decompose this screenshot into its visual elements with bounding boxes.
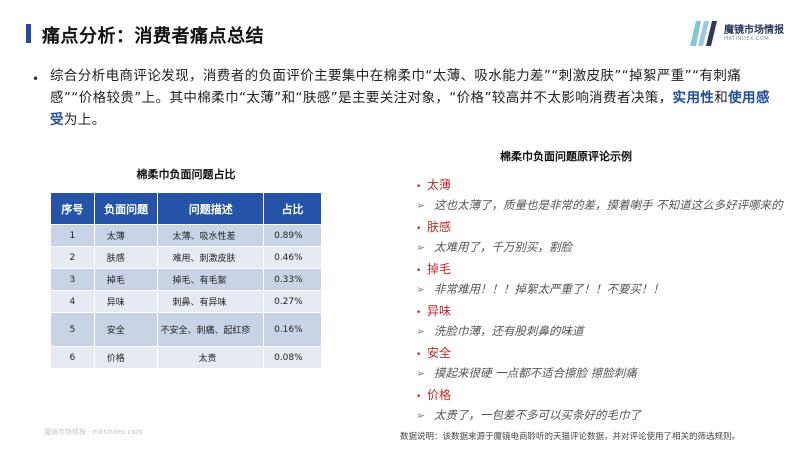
header-pct: 占比 xyxy=(263,192,322,225)
cell-pct: 0.16% xyxy=(263,312,322,347)
table-row: 5 安全 不安全、刺痛、起红疹 0.16% xyxy=(50,312,322,347)
review-category-label: 掉毛 xyxy=(427,262,452,276)
cell-issue: 安全 xyxy=(93,312,159,347)
header-issue: 负面问题 xyxy=(93,192,159,225)
arrow-right-icon: ➢ xyxy=(416,283,426,296)
cell-no: 6 xyxy=(50,346,95,369)
table-title: 棉柔巾负面问题占比 xyxy=(136,168,236,181)
review-quote-text: 太难用了，千万别买，割脸 xyxy=(434,240,572,254)
table-header-row: 序号 负面问题 问题描述 占比 xyxy=(50,192,322,225)
data-source-note: 数据说明：该数据来源于魔镜电商聆听的天猫评论数据，并对评论使用了相关的筛选规则。 xyxy=(400,432,741,442)
bullet-dot-icon: • xyxy=(416,224,422,234)
cell-issue: 肤感 xyxy=(93,246,159,269)
negative-issues-table: 序号 负面问题 问题描述 占比 1 太薄 太薄、吸水性差 0.89% 2 肤感 … xyxy=(50,192,322,369)
logo-name: 魔镜市场情报 xyxy=(724,25,784,36)
review-category-label: 异味 xyxy=(427,304,452,318)
cell-desc: 掉毛、有毛絮 xyxy=(157,268,265,291)
cell-desc: 太贵 xyxy=(157,346,265,369)
cell-desc: 刺鼻、有异味 xyxy=(157,290,265,313)
table-row: 6 价格 太贵 0.08% xyxy=(50,346,322,369)
footer-watermark: 魔镜市场情报 · mktindex.com xyxy=(44,428,143,436)
cell-pct: 0.08% xyxy=(263,346,322,369)
highlight-practicality: 实用性 xyxy=(672,90,715,106)
header-no: 序号 xyxy=(50,192,95,225)
table-row: 1 太薄 太薄、吸水性差 0.89% xyxy=(50,224,322,247)
cell-no: 3 xyxy=(50,268,95,291)
bullet-dot-icon: • xyxy=(416,182,422,192)
cell-desc: 难用、刺激皮肤 xyxy=(157,246,265,269)
review-category-label: 太薄 xyxy=(427,178,452,192)
review-quote: ➢ 非常难用！！！掉絮太严重了！！不要买！！ xyxy=(416,278,800,302)
review-quote-text: 这也太薄了，质量也是非常的差，摸着喇手 不知道这么多好评哪来的 xyxy=(434,198,783,212)
arrow-right-icon: ➢ xyxy=(416,367,426,380)
review-quote-text: 太贵了，一包差不多可以买条好的毛巾了 xyxy=(434,408,641,422)
header-desc: 问题描述 xyxy=(157,192,265,225)
bullet-dot-icon: • xyxy=(416,350,422,360)
reviews-title: 棉柔巾负面问题原评论示例 xyxy=(500,150,632,163)
bullet-dot-icon: • xyxy=(416,266,422,276)
summary-text-1: 综合分析电商评论发现，消费者的负面评价主要集中在棉柔巾“太薄、吸水能力差”“刺激… xyxy=(50,68,742,106)
table-row: 3 掉毛 掉毛、有毛絮 0.33% xyxy=(50,268,322,291)
table-row: 2 肤感 难用、刺激皮肤 0.46% xyxy=(50,246,322,269)
page-title: 痛点分析：消费者痛点总结 xyxy=(42,26,264,47)
cell-no: 2 xyxy=(50,246,95,269)
summary-text-2: 为上。 xyxy=(63,112,106,128)
mirror-logo-icon xyxy=(690,21,717,46)
review-quote: ➢ 摸起来很硬 一点都不适合擦脸 擦脸刺痛 xyxy=(416,362,800,386)
cell-issue: 掉毛 xyxy=(93,268,159,291)
review-quote: ➢ 这也太薄了，质量也是非常的差，摸着喇手 不知道这么多好评哪来的 xyxy=(416,194,800,218)
bullet-dot-icon: • xyxy=(32,72,40,86)
bullet-dot-icon: • xyxy=(416,308,422,318)
review-quote-text: 洗脸巾薄，还有股刺鼻的味道 xyxy=(434,324,584,338)
arrow-right-icon: ➢ xyxy=(416,409,426,422)
review-category-label: 价格 xyxy=(427,388,452,402)
cell-no: 1 xyxy=(50,224,95,247)
review-category-label: 肤感 xyxy=(427,220,452,234)
review-category: • 掉毛 xyxy=(416,260,800,278)
cell-desc: 太薄、吸水性差 xyxy=(157,224,265,247)
review-quote-text: 非常难用！！！掉絮太严重了！！不要买！！ xyxy=(434,282,664,296)
logo: 魔镜市场情报 MKTINDEX.COM xyxy=(688,18,788,48)
cell-pct: 0.46% xyxy=(263,246,322,269)
cell-no: 5 xyxy=(50,312,95,347)
review-quote: ➢ 太贵了，一包差不多可以买条好的毛巾了 xyxy=(416,404,800,428)
cell-issue: 太薄 xyxy=(93,224,159,247)
review-category: • 安全 xyxy=(416,344,800,362)
review-category: • 太薄 xyxy=(416,176,800,194)
review-category: • 肤感 xyxy=(416,218,800,236)
title-accent-bar xyxy=(26,24,31,43)
review-category-label: 安全 xyxy=(427,346,452,360)
review-quote: ➢ 洗脸巾薄，还有股刺鼻的味道 xyxy=(416,320,800,344)
summary-connector: 和 xyxy=(714,90,729,106)
review-quote-text: 摸起来很硬 一点都不适合擦脸 擦脸刺痛 xyxy=(434,366,637,380)
cell-issue: 价格 xyxy=(93,346,159,369)
arrow-right-icon: ➢ xyxy=(416,325,426,338)
review-examples-list: • 太薄 ➢ 这也太薄了，质量也是非常的差，摸着喇手 不知道这么多好评哪来的 • 肤感… xyxy=(416,176,800,428)
cell-desc: 不安全、刺痛、起红疹 xyxy=(157,312,265,347)
table-row: 4 异味 刺鼻、有异味 0.27% xyxy=(50,290,322,313)
review-category: • 异味 xyxy=(416,302,800,320)
cell-pct: 0.33% xyxy=(263,268,322,291)
arrow-right-icon: ➢ xyxy=(416,241,426,254)
cell-no: 4 xyxy=(50,290,95,313)
logo-url: MKTINDEX.COM xyxy=(724,36,770,42)
summary-paragraph: 综合分析电商评论发现，消费者的负面评价主要集中在棉柔巾“太薄、吸水能力差”“刺激… xyxy=(50,65,770,131)
review-category: • 价格 xyxy=(416,386,800,404)
cell-pct: 0.27% xyxy=(263,290,322,313)
arrow-right-icon: ➢ xyxy=(416,199,426,212)
bullet-dot-icon: • xyxy=(416,392,422,402)
cell-issue: 异味 xyxy=(93,290,159,313)
cell-pct: 0.89% xyxy=(263,224,322,247)
review-quote: ➢ 太难用了，千万别买，割脸 xyxy=(416,236,800,260)
